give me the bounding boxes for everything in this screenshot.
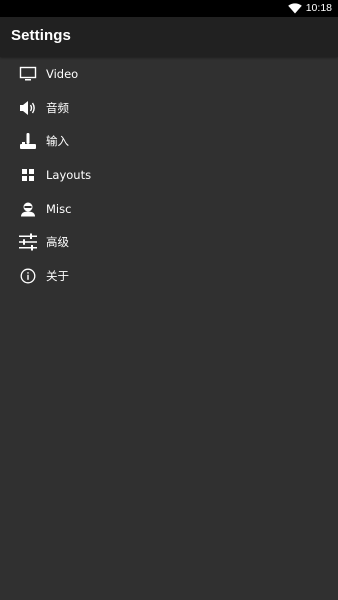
menu-item-label: 关于 xyxy=(46,268,69,283)
settings-screen: 10:18 Settings Video 音频 输入 Layouts Misc … xyxy=(0,0,338,600)
sliders-icon xyxy=(18,232,38,252)
user-icon xyxy=(18,199,38,219)
menu-item-about[interactable]: 关于 xyxy=(0,259,338,293)
app-bar: Settings xyxy=(0,17,338,57)
menu-item-video[interactable]: Video xyxy=(0,57,338,91)
page-title: Settings xyxy=(11,27,71,44)
grid-icon xyxy=(18,165,38,185)
menu-item-label: Misc xyxy=(46,201,72,216)
menu-item-label: 高级 xyxy=(46,235,69,250)
menu-item-advanced[interactable]: 高级 xyxy=(0,225,338,259)
status-bar: 10:18 xyxy=(0,0,338,17)
menu-item-label: Layouts xyxy=(46,167,92,182)
menu-item-label: 输入 xyxy=(46,134,69,149)
menu-item-input[interactable]: 输入 xyxy=(0,124,338,158)
joystick-icon xyxy=(18,131,38,151)
menu-item-layouts[interactable]: Layouts xyxy=(0,158,338,192)
status-right: 10:18 xyxy=(287,0,332,17)
speaker-icon xyxy=(18,98,38,118)
menu-item-audio[interactable]: 音频 xyxy=(0,91,338,125)
settings-menu: Video 音频 输入 Layouts Misc 高级 关于 xyxy=(0,57,338,293)
monitor-icon xyxy=(18,64,38,84)
status-time: 10:18 xyxy=(305,2,332,14)
info-icon xyxy=(18,266,38,286)
menu-item-label: 音频 xyxy=(46,100,69,115)
wifi-icon xyxy=(287,3,302,14)
menu-item-label: Video xyxy=(46,66,79,81)
menu-item-misc[interactable]: Misc xyxy=(0,192,338,226)
